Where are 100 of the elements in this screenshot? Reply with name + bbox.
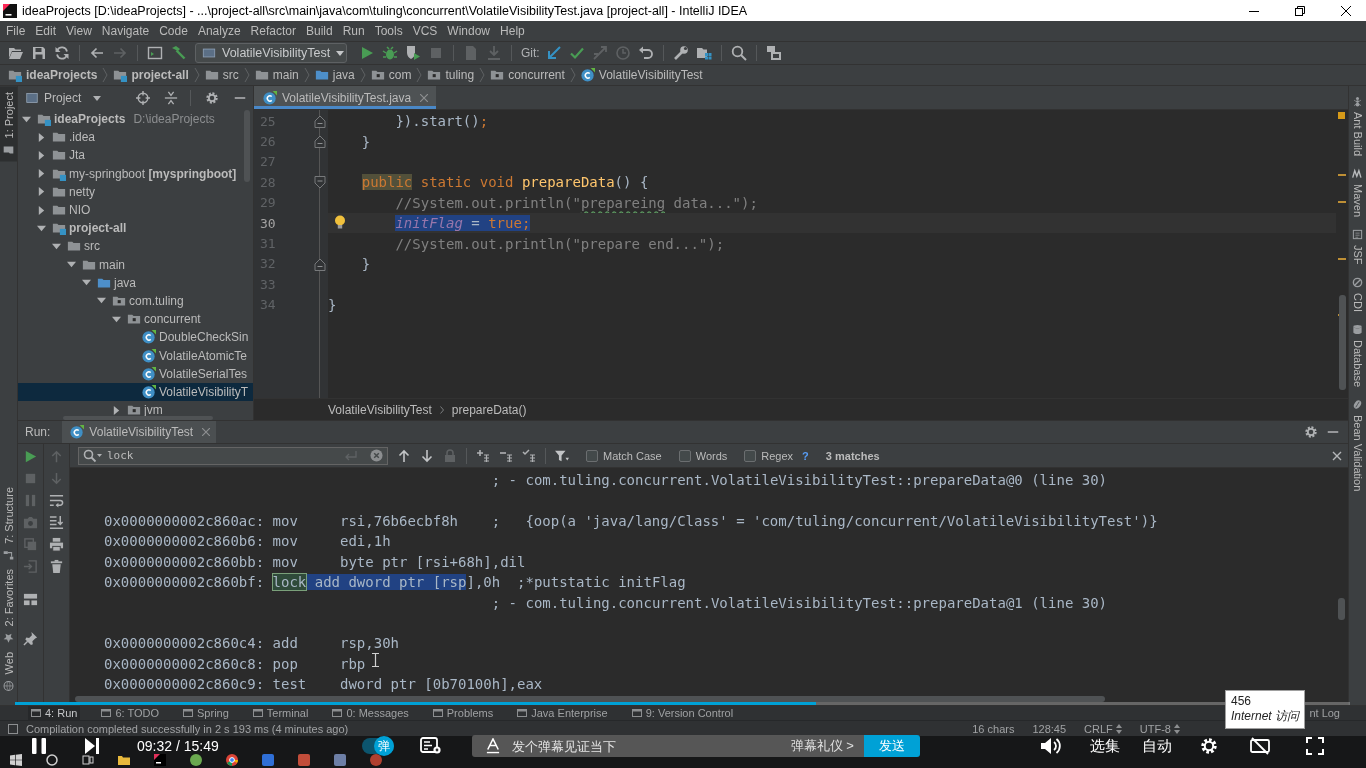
scroll-down-icon[interactable] — [49, 515, 64, 530]
tool-window-button[interactable]: Database — [1349, 323, 1366, 387]
app-icon[interactable] — [190, 754, 202, 766]
caret-right-icon[interactable] — [112, 405, 121, 415]
gear-icon[interactable] — [1304, 425, 1318, 439]
menu-item[interactable]: View — [61, 23, 97, 39]
status-item[interactable]: UTF-8 — [1139, 722, 1180, 735]
menu-item[interactable]: Run — [337, 23, 370, 39]
hammer-icon[interactable] — [170, 45, 186, 61]
tool-window-button[interactable]: Spring — [180, 706, 232, 720]
circle-icon[interactable] — [46, 754, 58, 766]
wrap-icon[interactable] — [49, 493, 64, 508]
caret-down-icon[interactable] — [37, 223, 46, 233]
shield-play-icon[interactable] — [405, 45, 421, 61]
tool-window-button[interactable]: 9: Version Control — [628, 706, 737, 720]
filter-icon[interactable] — [555, 448, 569, 463]
menu-item[interactable]: File — [1, 23, 31, 39]
tree-item[interactable]: java — [97, 273, 138, 292]
menu-item[interactable]: Refactor — [245, 23, 301, 39]
autoplay-button[interactable]: 自动 — [1141, 736, 1172, 756]
editor-tab[interactable]: VolatileVisibilityTest.java — [254, 86, 437, 109]
crossed-screen-icon[interactable] — [1249, 737, 1270, 755]
danmaku-settings-icon[interactable] — [419, 737, 442, 755]
checkbox-label[interactable]: Words — [695, 449, 728, 462]
pin-icon[interactable] — [23, 631, 38, 646]
windows-logo-icon[interactable] — [10, 754, 22, 766]
tool-window-button[interactable]: Web — [0, 647, 17, 695]
app-icon[interactable] — [226, 754, 238, 766]
tree-item[interactable]: VolatileSerialTes — [142, 364, 250, 383]
text-style-icon[interactable] — [485, 738, 500, 754]
fullscreen-icon[interactable] — [1305, 737, 1324, 755]
tree-item[interactable]: .idea — [52, 128, 98, 147]
play-icon[interactable] — [23, 449, 38, 464]
breadcrumb-item[interactable]: tuling — [427, 68, 475, 82]
tree-item[interactable]: project-all — [52, 219, 129, 238]
run-config-dropdown[interactable]: VolatileVisibilityTest — [195, 43, 347, 63]
settings-icon[interactable] — [1199, 737, 1218, 755]
fold-marker-icon[interactable] — [314, 176, 326, 190]
breadcrumb-item[interactable]: concurrent — [490, 68, 565, 82]
scrollbar-thumb[interactable] — [1339, 295, 1346, 390]
gear-icon[interactable] — [205, 91, 219, 105]
help-link[interactable]: ? — [802, 449, 809, 462]
menu-item[interactable]: Tools — [369, 23, 408, 39]
collapse-icon[interactable] — [164, 91, 178, 105]
tool-window-button[interactable]: JSF — [1349, 229, 1366, 265]
caret-right-icon[interactable] — [37, 187, 46, 197]
restore-icon[interactable] — [1295, 5, 1305, 16]
search-icon[interactable] — [83, 448, 103, 463]
fold-marker-icon[interactable] — [314, 115, 326, 128]
save-icon[interactable] — [31, 45, 47, 61]
caret-down-icon[interactable] — [52, 241, 61, 251]
pause-icon[interactable] — [31, 737, 47, 755]
breadcrumb-item[interactable]: java — [314, 68, 355, 82]
checkbox[interactable] — [744, 449, 757, 462]
menu-item[interactable]: Help — [495, 23, 530, 39]
episodes-button[interactable]: 选集 — [1089, 736, 1120, 756]
window-icon[interactable] — [147, 45, 163, 61]
caret-right-icon[interactable] — [37, 205, 46, 215]
tool-window-button[interactable]: Terminal — [249, 706, 312, 720]
tool-window-button[interactable]: 1: Project — [0, 86, 17, 162]
fold-marker-icon[interactable] — [314, 257, 326, 271]
layout-icon[interactable] — [23, 592, 38, 607]
caret-down-icon[interactable] — [82, 278, 91, 288]
skip-next-icon[interactable] — [85, 738, 99, 754]
breadcrumb-item[interactable]: project-all — [113, 68, 189, 82]
tool-window-button[interactable]: 2: Favorites — [0, 565, 17, 648]
tool-window-button[interactable]: 0: Messages — [329, 706, 412, 720]
volume-icon[interactable] — [1039, 737, 1062, 755]
down-arrow-icon[interactable] — [420, 448, 434, 463]
tool-window-button[interactable]: 4: Run — [28, 706, 81, 720]
tool-window-button[interactable]: Bean Validation — [1349, 398, 1366, 491]
danmaku-input-field[interactable]: 发个弹幕见证当下 弹幕礼仪 > — [471, 735, 864, 757]
tree-item[interactable]: my-springboot [myspringboot] — [52, 164, 239, 183]
tree-item[interactable]: Jta — [52, 146, 87, 165]
menu-item[interactable]: VCS — [407, 23, 443, 39]
checkbox-label[interactable]: Regex — [761, 449, 794, 462]
menu-item[interactable]: Code — [154, 23, 193, 39]
trash-icon[interactable] — [49, 559, 64, 574]
checkbox[interactable] — [678, 449, 691, 462]
breadcrumb-item[interactable]: src — [204, 68, 239, 82]
app-icon[interactable] — [154, 754, 166, 766]
menu-item[interactable]: Window — [442, 23, 496, 39]
breadcrumb-item[interactable]: main — [254, 68, 299, 82]
tree-item[interactable]: netty — [52, 182, 97, 201]
undo-icon[interactable] — [637, 45, 654, 61]
check-icon[interactable] — [568, 45, 585, 61]
stacked-windows-icon[interactable] — [765, 45, 782, 61]
folder-icon[interactable] — [118, 754, 130, 766]
breadcrumb-item[interactable]: prepareData() — [451, 402, 527, 417]
tool-window-button[interactable]: 6: TODO — [98, 706, 163, 720]
tree-item[interactable]: main — [82, 255, 127, 274]
status-item[interactable]: 16 chars — [972, 722, 1015, 735]
caret-down-icon[interactable] — [97, 296, 106, 306]
send-button[interactable]: 发送 — [863, 735, 920, 757]
tool-window-button[interactable]: Maven — [1349, 168, 1366, 218]
danmaku-toggle[interactable]: 弹 — [361, 738, 394, 754]
tool-window-button[interactable]: nt Log — [1309, 707, 1340, 719]
caret-down-icon[interactable] — [22, 114, 31, 124]
caret-right-icon[interactable] — [37, 150, 46, 160]
breadcrumb-item[interactable]: ideaProjects — [8, 68, 98, 82]
